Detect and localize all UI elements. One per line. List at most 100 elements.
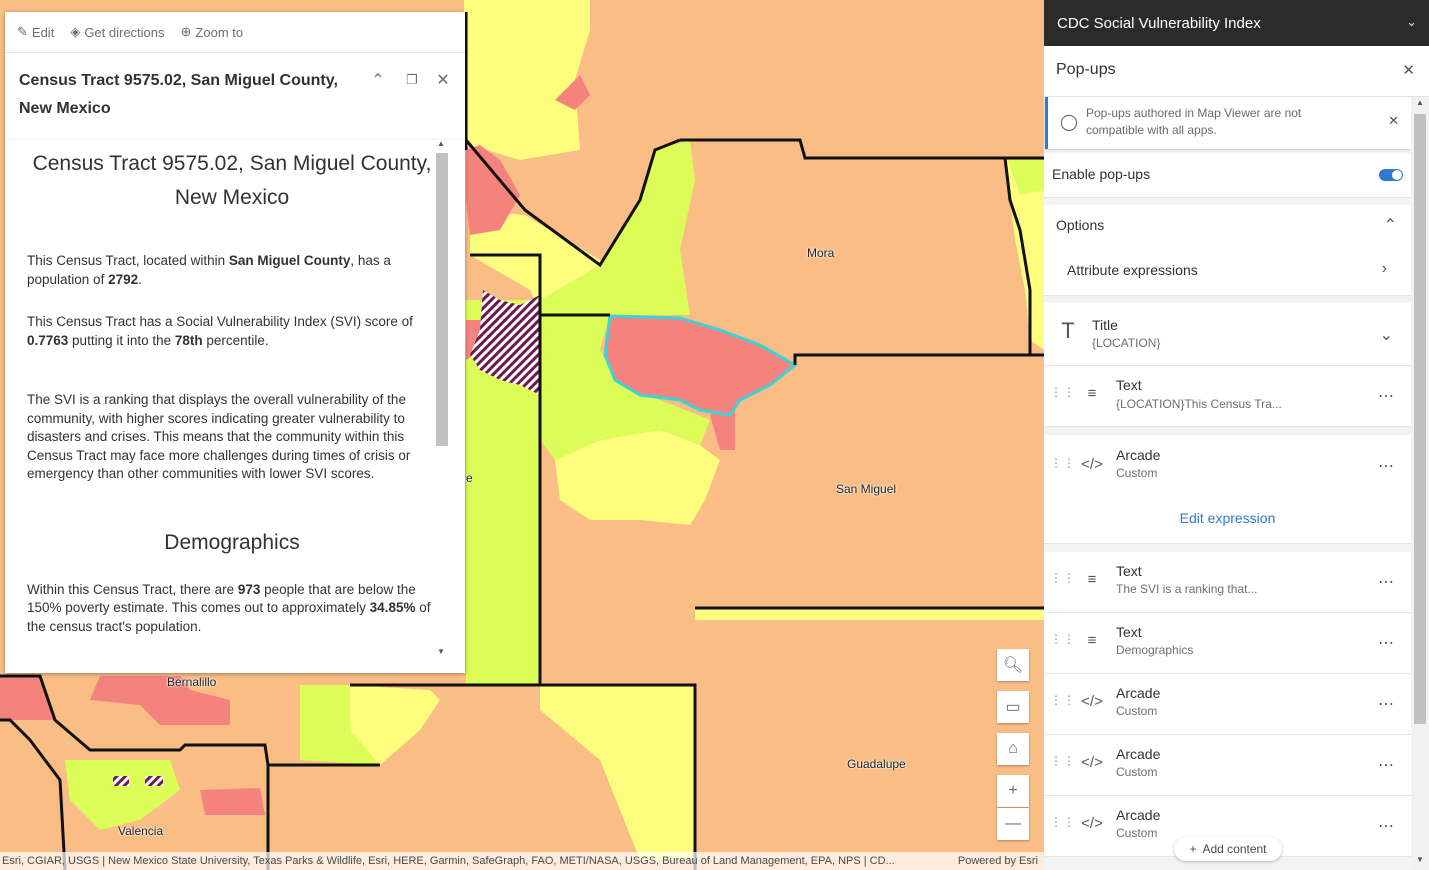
demographics-heading: Demographics	[164, 530, 300, 554]
county-label-san-miguel: San Miguel	[836, 482, 897, 496]
popup-scrollbar[interactable]: ▲ ▼	[435, 139, 449, 659]
title-element[interactable]: T Title {LOCATION} ⌄	[1044, 303, 1411, 366]
chevron-up-icon[interactable]: ⌃	[1384, 215, 1397, 235]
text-element-icon: ≡	[1087, 570, 1097, 588]
county-label-mora: Mora	[807, 246, 835, 260]
scroll-up-arrow[interactable]: ▲	[1416, 98, 1424, 107]
tract-hatched[interactable]	[113, 776, 129, 786]
zoom-in-icon[interactable]: +	[997, 775, 1029, 807]
options-label: Options	[1056, 217, 1105, 233]
lightbulb-icon: ◯	[1060, 114, 1078, 131]
close-panel-icon[interactable]: ✕	[1402, 61, 1415, 79]
get-directions-label: Get directions	[84, 24, 165, 40]
panel-content: ◯ Pop-ups authored in Map Viewer are not…	[1044, 97, 1411, 870]
enable-popups-row: Enable pop-ups	[1044, 153, 1411, 198]
directions-icon: ◈	[70, 24, 81, 39]
tract-moderate[interactable]	[695, 608, 1044, 620]
home-icon[interactable]: ⌂	[997, 733, 1029, 765]
options-section-header[interactable]: Options ⌃	[1044, 205, 1411, 246]
scroll-down-arrow[interactable]: ▼	[1416, 855, 1424, 864]
county-label-partial: e	[466, 471, 473, 485]
content-element-arcade[interactable]: ⋮⋮ </> Arcade Custom ⋯	[1044, 674, 1411, 735]
more-options-icon[interactable]: ⋯	[1378, 633, 1395, 653]
scroll-up-arrow[interactable]: ▲	[437, 139, 445, 148]
collapse-icon[interactable]: ⌃	[367, 69, 389, 91]
popup-content: Census Tract 9575.02, San Miguel County,…	[5, 139, 437, 659]
drag-handle-icon[interactable]: ⋮⋮	[1050, 816, 1075, 828]
more-options-icon[interactable]: ⋯	[1378, 386, 1395, 406]
layer-title-bar[interactable]: CDC Social Vulnerability Index ⌄	[1044, 0, 1429, 46]
tract-low[interactable]	[540, 140, 695, 315]
content-element-arcade[interactable]: ⋮⋮ </> Arcade Custom ⋯	[1044, 735, 1411, 796]
drag-handle-icon[interactable]: ⋮⋮	[1050, 572, 1075, 584]
compatibility-notice: ◯ Pop-ups authored in Map Viewer are not…	[1045, 97, 1411, 149]
plus-icon: +	[1189, 842, 1197, 856]
attribution-text[interactable]: Esri, CGIAR, USGS | New Mexico State Uni…	[2, 852, 937, 870]
enable-popups-label: Enable pop-ups	[1052, 166, 1151, 182]
chevron-down-icon[interactable]: ⌄	[1380, 325, 1393, 345]
content-element-text[interactable]: ⋮⋮ ≡ Text The SVI is a ranking that... ⋯	[1044, 552, 1411, 613]
tract-low[interactable]	[65, 760, 180, 830]
edit-button[interactable]: ✎ Edit	[17, 24, 54, 40]
content-heading: Census Tract 9575.02, San Miguel County,…	[32, 152, 432, 209]
close-icon[interactable]: ✕	[432, 69, 454, 91]
county-label-guadalupe: Guadalupe	[847, 757, 906, 771]
text-element-icon: ≡	[1087, 384, 1097, 402]
content-element-arcade[interactable]: ⋮⋮ </> Arcade Custom ⋯ Edit expression	[1044, 435, 1411, 544]
svi-description-paragraph: The SVI is a ranking that displays the o…	[27, 392, 411, 481]
drag-handle-icon[interactable]: ⋮⋮	[1050, 694, 1075, 706]
code-icon: </>	[1081, 692, 1103, 710]
content-element-text[interactable]: ⋮⋮ ≡ Text {LOCATION}This Census Tra... ⋯	[1044, 366, 1411, 427]
zoom-to-button[interactable]: ⊕ Zoom to	[181, 24, 244, 40]
feature-popup: ✎ Edit ◈ Get directions ⊕ Zoom to Census…	[5, 12, 465, 673]
poverty-paragraph: Within this Census Tract, there are 973 …	[27, 581, 431, 634]
more-options-icon[interactable]: ⋯	[1378, 755, 1395, 775]
drag-handle-icon[interactable]: ⋮⋮	[1050, 457, 1075, 469]
title-type-icon: T	[1061, 318, 1075, 343]
more-options-icon[interactable]: ⋯	[1378, 694, 1395, 714]
element-label: Text	[1116, 624, 1142, 640]
more-options-icon[interactable]: ⋯	[1378, 572, 1395, 592]
more-options-icon[interactable]: ⋯	[1378, 816, 1395, 836]
popup-scroll-thumb[interactable]	[436, 153, 448, 446]
monitor-icon[interactable]: ▭	[997, 691, 1029, 723]
text-element-icon: ≡	[1087, 631, 1097, 649]
content-element-text[interactable]: ⋮⋮ ≡ Text Demographics ⋯	[1044, 613, 1411, 674]
element-label: Arcade	[1116, 746, 1161, 762]
popup-action-bar: ✎ Edit ◈ Get directions ⊕ Zoom to	[5, 12, 465, 53]
panel-scroll-thumb[interactable]	[1414, 114, 1426, 724]
search-icon[interactable]: 🔍︎	[997, 649, 1029, 681]
scroll-down-arrow[interactable]: ▼	[437, 647, 445, 656]
chevron-right-icon[interactable]: ›	[1382, 260, 1387, 278]
dock-icon[interactable]: ❐	[401, 69, 423, 91]
attribute-expressions-row[interactable]: Attribute expressions ›	[1044, 245, 1411, 296]
edit-expression-link[interactable]: Edit expression	[1044, 510, 1411, 526]
element-label: Arcade	[1116, 447, 1161, 463]
panel-scrollbar[interactable]: ▲ ▼	[1412, 97, 1429, 870]
code-icon: </>	[1081, 455, 1103, 473]
tract-very-high[interactable]	[200, 788, 265, 815]
add-content-button[interactable]: + Add content	[1174, 837, 1282, 861]
more-options-icon[interactable]: ⋯	[1378, 456, 1395, 476]
zoom-to-icon: ⊕	[180, 24, 192, 39]
element-label: Arcade	[1116, 685, 1161, 701]
popup-header: Census Tract 9575.02, San Miguel County,…	[5, 53, 465, 140]
svi-score-paragraph: This Census Tract has a Social Vulnerabi…	[27, 314, 413, 348]
config-panel: CDC Social Vulnerability Index ⌄ Pop-ups…	[1044, 0, 1429, 870]
add-content-label: Add content	[1202, 842, 1267, 856]
tract-moderate[interactable]	[464, 0, 590, 160]
zoom-out-icon[interactable]: —	[997, 808, 1029, 840]
drag-handle-icon[interactable]: ⋮⋮	[1050, 755, 1075, 767]
chevron-down-icon[interactable]: ⌄	[1406, 14, 1417, 30]
tract-moderate[interactable]	[540, 685, 695, 860]
enable-popups-toggle[interactable]	[1379, 169, 1403, 181]
element-summary: Demographics	[1116, 643, 1194, 657]
get-directions-button[interactable]: ◈ Get directions	[70, 24, 164, 40]
drag-handle-icon[interactable]: ⋮⋮	[1050, 633, 1075, 645]
drag-handle-icon[interactable]: ⋮⋮	[1050, 386, 1075, 398]
population-paragraph: This Census Tract, located within San Mi…	[27, 253, 391, 287]
tract-hatched[interactable]	[145, 776, 163, 786]
powered-by-esri[interactable]: Powered by Esri	[958, 852, 1038, 870]
dismiss-notice-icon[interactable]: ✕	[1388, 113, 1399, 129]
edit-label: Edit	[31, 24, 55, 40]
